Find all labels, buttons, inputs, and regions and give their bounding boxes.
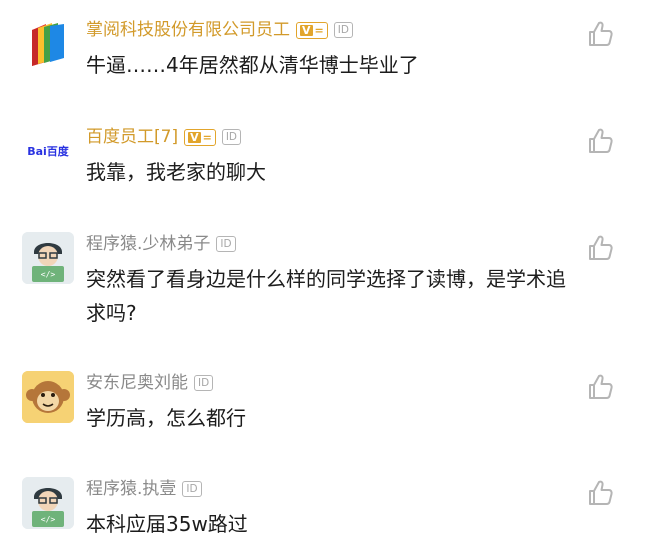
baidu-logo-icon: Bai百度 — [27, 145, 69, 158]
thumbs-up-icon[interactable] — [586, 127, 614, 155]
avatar[interactable] — [22, 371, 74, 423]
comment-item: </> 程序猿.执壹 ID 本科应届35w路过 — [0, 477, 650, 547]
id-badge: ID — [194, 375, 214, 391]
verified-badge: V = — [296, 21, 328, 39]
comment-item: 安东尼奥刘能 ID 学历高，怎么都行 — [0, 371, 650, 441]
comment-text: 突然看了看身边是什么样的同学选择了读博，是学术追求吗? — [86, 267, 566, 325]
comment-header: 掌阅科技股份有限公司员工 V = ID — [86, 18, 353, 42]
comment-list: 掌阅科技股份有限公司员工 V = ID 牛逼……4年居然都从清华博士毕业了 Bai… — [0, 0, 650, 553]
thumbs-up-icon[interactable] — [586, 234, 614, 262]
coder-avatar-icon: </> — [22, 477, 74, 529]
avatar[interactable] — [22, 18, 74, 70]
id-badge: ID — [182, 481, 202, 497]
verified-badge: V = — [184, 128, 216, 146]
comment-text: 本科应届35w路过 — [86, 512, 248, 536]
avatar[interactable]: </> — [22, 232, 74, 284]
avatar[interactable]: Bai百度 — [22, 125, 74, 177]
svg-text:</>: </> — [41, 270, 56, 279]
id-badge: ID — [221, 129, 242, 145]
comment-author[interactable]: 程序猿.少林弟子 — [86, 232, 210, 256]
svg-text:</>: </> — [41, 515, 56, 524]
comment-author[interactable]: 程序猿.执壹 — [86, 477, 176, 501]
comment-author[interactable]: 百度员工[7] — [86, 125, 178, 149]
thumbs-up-icon[interactable] — [586, 479, 614, 507]
comment-item: </> 程序猿.少林弟子 ID 突然看了看身边是什么样的同学选择了读博，是学术追… — [0, 232, 650, 342]
comment-header: 安东尼奥刘能 ID — [86, 371, 214, 395]
comment-author[interactable]: 安东尼奥刘能 — [86, 371, 188, 395]
thumbs-up-icon[interactable] — [586, 20, 614, 48]
thumbs-up-icon[interactable] — [586, 373, 614, 401]
id-badge: ID — [216, 236, 236, 252]
comment-header: 百度员工[7] V = ID — [86, 125, 242, 149]
comment-item: Bai百度 百度员工[7] V = ID 我靠，我老家的聊大 — [0, 125, 650, 195]
comment-header: 程序猿.执壹 ID — [86, 477, 202, 501]
comment-text: 牛逼……4年居然都从清华博士毕业了 — [86, 53, 419, 77]
comment-text: 学历高，怎么都行 — [86, 406, 246, 430]
avatar[interactable]: </> — [22, 477, 74, 529]
monkey-avatar-icon — [22, 371, 74, 423]
comment-item: 掌阅科技股份有限公司员工 V = ID 牛逼……4年居然都从清华博士毕业了 — [0, 18, 650, 88]
id-badge: ID — [333, 22, 353, 38]
book-stack-logo-icon — [32, 23, 64, 66]
coder-avatar-icon: </> — [22, 232, 74, 284]
comment-header: 程序猿.少林弟子 ID — [86, 232, 236, 256]
comment-text: 我靠，我老家的聊大 — [86, 160, 266, 184]
comment-author[interactable]: 掌阅科技股份有限公司员工 — [86, 18, 290, 42]
